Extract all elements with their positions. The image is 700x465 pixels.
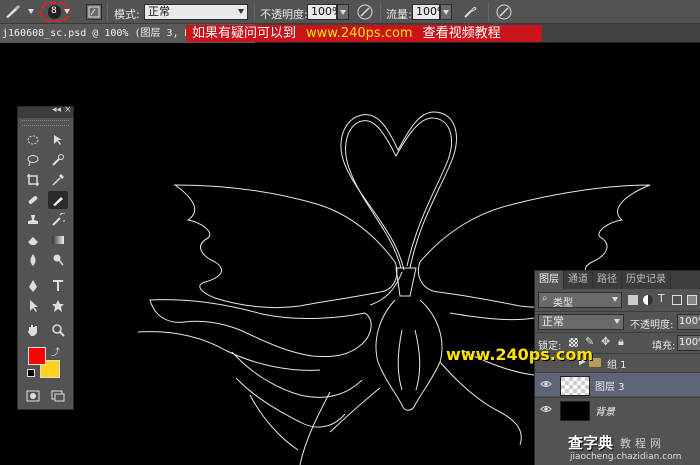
tab-paths[interactable]: 路径 (593, 271, 622, 289)
promo-suffix: 查看视频教程 (422, 26, 501, 41)
promo-prefix: 如果有疑问可以到 (192, 26, 297, 41)
brush-size-picker[interactable]: 8 (40, 2, 70, 22)
layer-name: 背景 (595, 407, 615, 418)
foreground-color-swatch[interactable] (28, 347, 46, 365)
tool-preset-dropdown[interactable] (26, 4, 36, 20)
eye-icon[interactable] (540, 379, 552, 389)
tab-channels[interactable]: 通道 (564, 271, 593, 289)
gradient-tool-icon[interactable] (48, 231, 68, 249)
layer-opacity-input[interactable]: 100% (677, 314, 700, 330)
lasso-tool-icon[interactable] (23, 151, 43, 169)
blur-tool-icon[interactable] (23, 251, 43, 269)
brush-panel-toggle-icon[interactable] (86, 4, 102, 20)
filter-shape-icon[interactable] (672, 295, 682, 305)
layers-panel-tabs: 图层 通道 路径 历史记录 (535, 271, 700, 289)
pressure-size-icon[interactable] (495, 3, 513, 21)
separator (107, 3, 108, 21)
flow-label: 流量: (386, 8, 412, 21)
layer-name: 组 1 (607, 360, 627, 371)
clone-stamp-tool-icon[interactable] (23, 211, 43, 229)
pressure-opacity-icon[interactable] (356, 3, 374, 21)
layer-row-background[interactable]: 背景 (535, 397, 700, 421)
crop-tool-icon[interactable] (23, 171, 43, 189)
site-watermark: www.240ps.com (446, 345, 593, 364)
airbrush-icon[interactable] (461, 3, 479, 21)
lock-all-icon[interactable]: 🔒︎ (618, 335, 624, 349)
blend-mode-value: 正常 (542, 315, 564, 328)
fill-input[interactable]: 100% (677, 335, 700, 351)
mode-label: 模式: (114, 8, 140, 21)
opacity-input[interactable]: 100% (307, 4, 342, 20)
chevron-down-icon (614, 319, 620, 324)
opacity-slider-dropdown[interactable] (337, 4, 349, 20)
screen-mode-icon[interactable] (48, 387, 68, 405)
eyedropper-tool-icon[interactable] (48, 171, 68, 189)
mode-select[interactable]: 正常 (144, 4, 248, 20)
tab-history[interactable]: 历史记录 (622, 271, 671, 289)
brush-tool-icon[interactable] (48, 191, 68, 209)
filter-pixel-icon[interactable] (628, 295, 638, 305)
separator (254, 3, 255, 21)
default-colors-icon[interactable] (27, 369, 35, 377)
layer-thumbnail (560, 376, 590, 396)
lock-position-icon[interactable]: ✥ (601, 335, 610, 348)
separator (380, 3, 381, 21)
search-icon: ⌕ (542, 293, 548, 304)
path-selection-tool-icon[interactable] (23, 297, 43, 315)
dodge-tool-icon[interactable] (48, 251, 68, 269)
corner-watermark-sub: 教程网 (620, 437, 665, 450)
corner-watermark-url: jiaocheng.chazidian.com (570, 452, 682, 462)
panel-grip[interactable] (22, 120, 69, 126)
promo-banner: 如果有疑问可以到 www.240ps.com 查看视频教程 (186, 25, 542, 42)
hand-tool-icon[interactable] (23, 321, 43, 339)
flow-input[interactable]: 100% (412, 4, 447, 20)
tools-panel-header[interactable]: ◂◂ × (18, 105, 73, 118)
eye-icon[interactable] (540, 404, 552, 414)
healing-brush-tool-icon[interactable] (23, 191, 43, 209)
zoom-tool-icon[interactable] (48, 321, 68, 339)
brush-tool-icon[interactable] (3, 4, 23, 20)
layer-opacity-label: 不透明度: (630, 320, 674, 331)
move-tool-icon[interactable] (48, 131, 68, 149)
type-tool-icon[interactable] (48, 277, 68, 295)
chevron-down-icon (612, 297, 618, 302)
layer-filter-select[interactable]: ⌕ 类型 (538, 292, 622, 309)
options-bar: 8 模式: 正常 不透明度: 100% 流量: 100% (0, 0, 700, 24)
fill-label: 填充: (652, 341, 676, 352)
quick-selection-tool-icon[interactable] (48, 151, 68, 169)
layer-thumbnail (560, 401, 590, 421)
marquee-tool-icon[interactable] (23, 131, 43, 149)
pen-tool-icon[interactable] (23, 277, 43, 295)
filter-smart-object-icon[interactable] (687, 295, 697, 305)
layer-name: 图层 3 (595, 382, 625, 393)
swap-colors-icon[interactable]: ⤴ (51, 345, 60, 358)
eraser-tool-icon[interactable] (23, 231, 43, 249)
mode-value: 正常 (148, 5, 170, 18)
flow-slider-dropdown[interactable] (440, 4, 452, 20)
promo-url: www.240ps.com (306, 26, 413, 41)
custom-shape-tool-icon[interactable] (48, 297, 68, 315)
collapse-icon[interactable]: ◂◂ (52, 105, 61, 115)
close-icon[interactable]: × (64, 105, 72, 115)
layer-row-selected[interactable]: 图层 3 (535, 372, 700, 396)
brush-size-value: 8 (51, 6, 57, 16)
history-brush-tool-icon[interactable] (48, 211, 68, 229)
corner-watermark: 查字典 教程网 jiaocheng.chazidian.com (568, 432, 700, 465)
chevron-down-icon (238, 9, 244, 14)
filter-type-icon[interactable]: T (658, 292, 665, 305)
quick-mask-icon[interactable] (23, 387, 43, 405)
tab-layers[interactable]: 图层 (535, 271, 564, 289)
separator (488, 3, 489, 21)
layer-filter-value: 类型 (553, 298, 573, 309)
layer-opacity-value: 100% (679, 316, 700, 327)
blend-mode-select[interactable]: 正常 (538, 314, 624, 330)
filter-adjustment-icon[interactable] (643, 295, 653, 305)
tools-panel: ◂◂ × ⤴ (17, 105, 74, 410)
corner-watermark-main: 查字典 (568, 434, 614, 452)
opacity-label: 不透明度: (260, 8, 308, 21)
fill-value: 100% (679, 337, 700, 348)
